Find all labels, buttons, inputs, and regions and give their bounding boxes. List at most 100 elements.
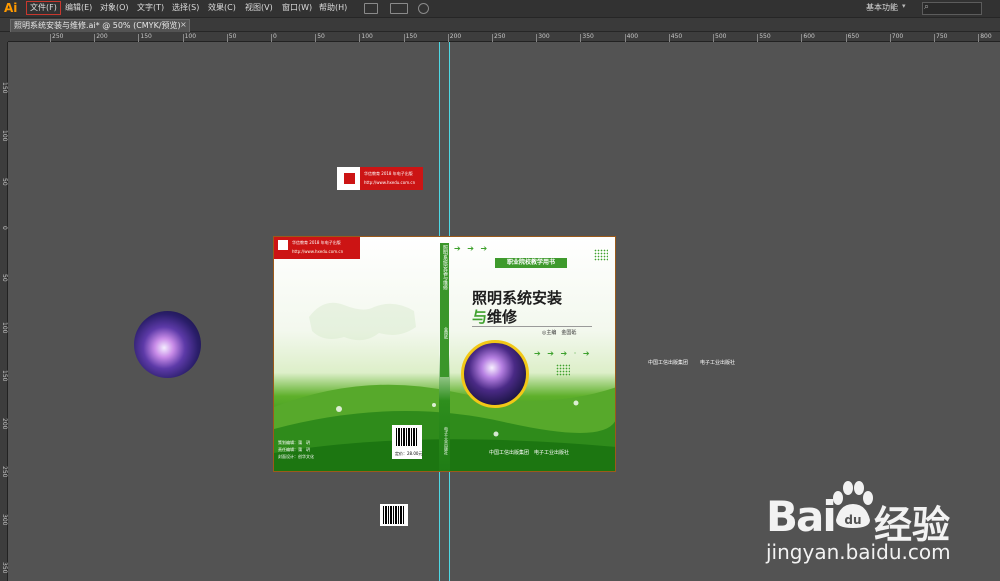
ruler-tick-label: 350 bbox=[1, 562, 8, 574]
ruler-tick-label: 200 bbox=[449, 33, 462, 40]
menu-file[interactable]: 文件(F) bbox=[26, 1, 61, 15]
ruler-tick-label: 0 bbox=[273, 33, 277, 40]
ruler-tick-label: 50 bbox=[317, 33, 325, 40]
ruler-tick bbox=[94, 34, 96, 42]
ruler-tick-label: 50 bbox=[228, 33, 237, 40]
ruler-tick-label: 600 bbox=[803, 33, 815, 40]
ruler-tick-label: 350 bbox=[582, 33, 594, 40]
author: ◎主编 金国砥 bbox=[542, 330, 577, 336]
watermark-text: Bai bbox=[766, 492, 837, 541]
title-divider bbox=[472, 326, 592, 327]
menu-edit[interactable]: 编辑(E) bbox=[65, 2, 92, 14]
ruler-tick-label: 400 bbox=[626, 33, 639, 40]
ruler-tick bbox=[757, 34, 759, 42]
menu-view[interactable]: 视图(V) bbox=[245, 2, 273, 14]
ruler-tick-label: 50 bbox=[1, 178, 8, 186]
ruler-tick-label: 250 bbox=[494, 33, 506, 40]
ruler-tick-label: 150 bbox=[1, 370, 8, 382]
ruler-tick bbox=[182, 34, 184, 42]
paw-icon: du bbox=[833, 481, 873, 528]
ruler-tick-label: 300 bbox=[1, 514, 8, 526]
menu-select[interactable]: 选择(S) bbox=[172, 2, 199, 14]
chevron-down-icon[interactable]: ▾ bbox=[902, 2, 906, 10]
ruler-tick bbox=[138, 34, 140, 42]
ruler-tick-label: 150 bbox=[140, 33, 152, 40]
baidu-jingyan-watermark: Bai du 经验 jingyan.baidu.com bbox=[766, 476, 996, 576]
circular-photo-object[interactable] bbox=[134, 311, 201, 378]
ruler-tick bbox=[536, 34, 538, 42]
price: 定价：28.00元 bbox=[395, 451, 423, 456]
ruler-tick-label: 700 bbox=[891, 33, 904, 40]
ruler-tick-label: 200 bbox=[96, 33, 108, 40]
ruler-tick bbox=[226, 34, 228, 42]
ruler-tick-label: 250 bbox=[1, 466, 8, 478]
search-icon: ⌕ bbox=[924, 2, 930, 12]
ruler-tick bbox=[713, 34, 714, 42]
logo-url: http://www.hxedu.com.cn bbox=[292, 249, 344, 254]
ruler-tick bbox=[668, 34, 670, 42]
vertical-ruler[interactable] bbox=[0, 42, 8, 581]
ruler-tick bbox=[359, 34, 361, 42]
ruler-tick bbox=[624, 34, 626, 42]
illustrator-window: Ai 文件(F) 编辑(E) 对象(O) 文字(T) 选择(S) 效果(C) 视… bbox=[0, 0, 1000, 581]
ruler-tick-label: 100 bbox=[1, 130, 8, 142]
ruler-tick bbox=[447, 34, 449, 42]
arrange-documents-icon[interactable] bbox=[390, 3, 408, 14]
ruler-tick bbox=[492, 34, 493, 42]
ruler-tick-label: 250 bbox=[52, 33, 64, 40]
document-tab-label[interactable]: 照明系统安装与维修.ai* @ 50% (CMYK/预览) bbox=[14, 20, 181, 31]
book-cover-artboard[interactable]: 华信教育 2018 年电子出版 http://www.hxedu.com.cn … bbox=[273, 236, 616, 472]
spine-title: 照明系统安装与维修 bbox=[442, 245, 448, 290]
credit-line: 责任编辑：蒲 玥 bbox=[278, 447, 310, 452]
workspace-switcher[interactable]: 基本功能 bbox=[866, 2, 898, 13]
menu-window[interactable]: 窗口(W) bbox=[282, 2, 312, 14]
menu-effect[interactable]: 效果(C) bbox=[208, 2, 236, 14]
title-text: 维修 bbox=[487, 308, 518, 326]
credits-block: 策划编辑：蒲 玥 责任编辑：蒲 玥 封面设计：创华文化 bbox=[278, 439, 314, 460]
series-label: 职业院校教学用书 bbox=[495, 258, 567, 268]
ruler-tick-label: 100 bbox=[361, 33, 373, 40]
ruler-tick bbox=[934, 34, 935, 42]
dot-grid-decoration bbox=[594, 249, 608, 261]
ruler-tick bbox=[845, 34, 847, 42]
cover-title: 照明系统安装 bbox=[472, 289, 563, 307]
menu-help[interactable]: 帮助(H) bbox=[319, 2, 347, 14]
ruler-tick-label: 100 bbox=[1, 322, 8, 334]
logo-text: 华信教育 2018 年电子出版 bbox=[292, 240, 341, 245]
ruler-tick-label: 500 bbox=[715, 33, 727, 40]
close-icon[interactable]: × bbox=[180, 20, 187, 29]
ruler-tick-label: 150 bbox=[1, 82, 8, 94]
cover-title-line2: 与维修 bbox=[472, 306, 517, 327]
ruler-tick bbox=[403, 34, 405, 42]
watermark-url: jingyan.baidu.com bbox=[766, 540, 951, 564]
credit-line: 封面设计：创华文化 bbox=[278, 454, 314, 459]
gpu-performance-icon[interactable] bbox=[418, 3, 429, 14]
arrow-decoration: ➔ ➔ ➔ bbox=[454, 244, 490, 253]
ruler-tick bbox=[315, 34, 317, 42]
menu-object[interactable]: 对象(O) bbox=[100, 2, 129, 14]
ruler-tick bbox=[801, 34, 803, 42]
ruler-tick-label: 750 bbox=[936, 33, 948, 40]
cover-photo bbox=[461, 340, 529, 408]
ruler-tick-label: 200 bbox=[1, 418, 8, 430]
ruler-tick-label: 800 bbox=[980, 33, 992, 40]
spine-publisher: 电子工业出版社 bbox=[444, 427, 449, 455]
publisher-logos-object[interactable]: 中国工信出版集团 电子工业出版社 bbox=[648, 357, 740, 369]
credit-line: 策划编辑：蒲 玥 bbox=[278, 440, 310, 445]
svg-text:du: du bbox=[844, 513, 861, 527]
search-input[interactable] bbox=[922, 2, 982, 15]
logo-url: http://www.hxedu.com.cn bbox=[364, 180, 416, 185]
ruler-tick-label: 650 bbox=[847, 33, 860, 40]
ruler-tick bbox=[978, 34, 980, 42]
barcode-object[interactable] bbox=[380, 504, 408, 526]
bridge-icon[interactable] bbox=[364, 3, 378, 14]
arrow-decoration: ➔ ➔ ➔ · ➔ bbox=[534, 349, 592, 358]
ruler-tick-label: 0 bbox=[1, 226, 8, 230]
world-map-graphic bbox=[309, 302, 416, 341]
ruler-tick-label: 550 bbox=[759, 33, 771, 40]
publisher-logo-object[interactable]: 华信教育 2018 年电子出版 http://www.hxedu.com.cn bbox=[337, 167, 423, 190]
dot-grid-decoration bbox=[556, 364, 570, 376]
menu-type[interactable]: 文字(T) bbox=[137, 2, 164, 14]
publisher-logo: 华信教育 2018 年电子出版 http://www.hxedu.com.cn bbox=[274, 237, 360, 259]
ruler-origin[interactable] bbox=[0, 32, 8, 42]
